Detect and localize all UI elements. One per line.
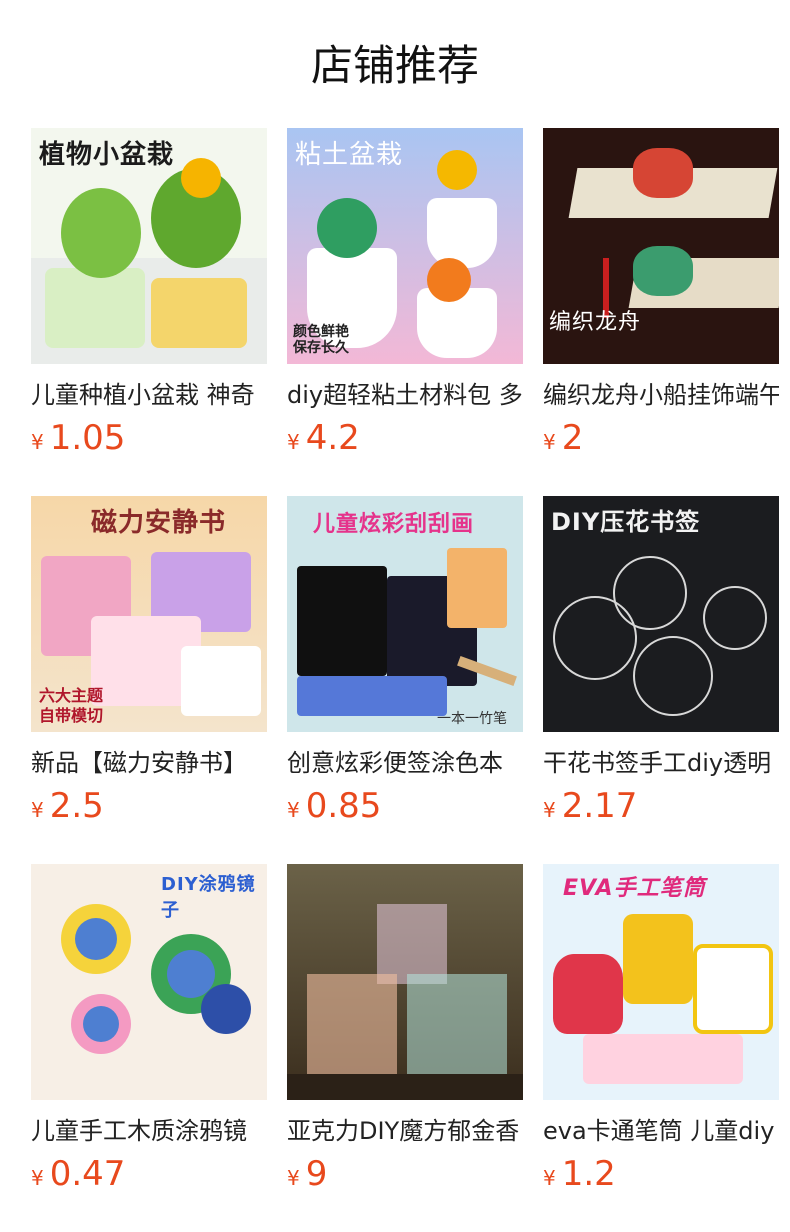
price-value: 0.47: [49, 1154, 126, 1194]
page-title: 店铺推荐: [310, 41, 479, 90]
image-note: 六大主题 自带模切: [39, 686, 104, 725]
product-card[interactable]: 磁力安静书 六大主题 自带模切 新品【磁力安静书】 ¥2.5: [31, 496, 267, 864]
product-price: ¥2.5: [31, 786, 267, 832]
product-name[interactable]: 编织龙舟小船挂饰端午: [543, 378, 779, 412]
currency-symbol: ¥: [543, 1166, 556, 1190]
image-caption: 植物小盆栽: [39, 140, 175, 170]
price-value: 9: [305, 1154, 328, 1194]
product-image[interactable]: EVA手工笔筒: [543, 864, 779, 1100]
image-caption: DIY涂鸦镜子: [161, 874, 256, 921]
product-price: ¥0.47: [31, 1154, 267, 1200]
product-card[interactable]: 编织龙舟 编织龙舟小船挂饰端午 ¥2: [543, 128, 779, 496]
product-price: ¥4.2: [287, 418, 523, 464]
product-price: ¥9: [287, 1154, 523, 1200]
product-image[interactable]: DIY涂鸦镜子: [31, 864, 267, 1100]
currency-symbol: ¥: [31, 798, 44, 822]
image-note: 颜色鲜艳 保存长久: [293, 324, 349, 356]
product-name[interactable]: diy超轻粘土材料包 多: [287, 378, 523, 412]
product-name[interactable]: 儿童手工木质涂鸦镜: [31, 1114, 267, 1148]
currency-symbol: ¥: [31, 430, 44, 454]
image-caption: 儿童炫彩刮刮画: [313, 512, 475, 537]
product-card[interactable]: 亚克力DIY魔方郁金香 ¥9: [287, 864, 523, 1232]
product-card[interactable]: 植物小盆栽 儿童种植小盆栽 神奇 ¥1.05: [31, 128, 267, 496]
image-caption: EVA手工笔筒: [563, 876, 706, 901]
product-name[interactable]: 儿童种植小盆栽 神奇: [31, 378, 267, 412]
price-value: 0.85: [305, 786, 382, 826]
product-image[interactable]: 儿童炫彩刮刮画 一本一竹笔: [287, 496, 523, 732]
product-name[interactable]: 创意炫彩便签涂色本: [287, 746, 523, 780]
currency-symbol: ¥: [543, 430, 556, 454]
price-value: 2.5: [49, 786, 104, 826]
product-grid: 植物小盆栽 儿童种植小盆栽 神奇 ¥1.05 粘土盆栽 颜色鲜艳 保存长久 di…: [31, 128, 779, 1232]
product-price: ¥2.17: [543, 786, 779, 832]
image-caption: 粘土盆栽: [295, 140, 404, 170]
product-card[interactable]: DIY压花书签 干花书签手工diy透明 ¥2.17: [543, 496, 779, 864]
currency-symbol: ¥: [287, 430, 300, 454]
product-price: ¥2: [543, 418, 779, 464]
product-image[interactable]: DIY压花书签: [543, 496, 779, 732]
currency-symbol: ¥: [543, 798, 556, 822]
price-value: 2: [561, 418, 584, 458]
product-card[interactable]: DIY涂鸦镜子 儿童手工木质涂鸦镜 ¥0.47: [31, 864, 267, 1232]
price-value: 1.05: [49, 418, 126, 458]
currency-symbol: ¥: [287, 1166, 300, 1190]
product-name[interactable]: 亚克力DIY魔方郁金香: [287, 1114, 523, 1148]
image-caption: DIY压花书签: [551, 508, 701, 536]
product-card[interactable]: EVA手工笔筒 eva卡通笔筒 儿童diy ¥1.2: [543, 864, 779, 1232]
price-value: 2.17: [561, 786, 638, 826]
product-card[interactable]: 粘土盆栽 颜色鲜艳 保存长久 diy超轻粘土材料包 多 ¥4.2: [287, 128, 523, 496]
product-price: ¥1.2: [543, 1154, 779, 1200]
image-note: 一本一竹笔: [437, 711, 507, 727]
product-image[interactable]: 植物小盆栽: [31, 128, 267, 364]
product-image[interactable]: 磁力安静书 六大主题 自带模切: [31, 496, 267, 732]
price-value: 1.2: [561, 1154, 616, 1194]
price-value: 4.2: [305, 418, 360, 458]
product-name[interactable]: 干花书签手工diy透明: [543, 746, 779, 780]
currency-symbol: ¥: [31, 1166, 44, 1190]
currency-symbol: ¥: [287, 798, 300, 822]
product-card[interactable]: 儿童炫彩刮刮画 一本一竹笔 创意炫彩便签涂色本 ¥0.85: [287, 496, 523, 864]
product-name[interactable]: 新品【磁力安静书】: [31, 746, 267, 780]
product-image[interactable]: 粘土盆栽 颜色鲜艳 保存长久: [287, 128, 523, 364]
image-caption: 编织龙舟: [549, 310, 642, 335]
product-image[interactable]: 编织龙舟: [543, 128, 779, 364]
product-name[interactable]: eva卡通笔筒 儿童diy: [543, 1114, 779, 1148]
product-price: ¥0.85: [287, 786, 523, 832]
product-price: ¥1.05: [31, 418, 267, 464]
product-image[interactable]: [287, 864, 523, 1100]
image-caption: 磁力安静书: [91, 508, 227, 538]
